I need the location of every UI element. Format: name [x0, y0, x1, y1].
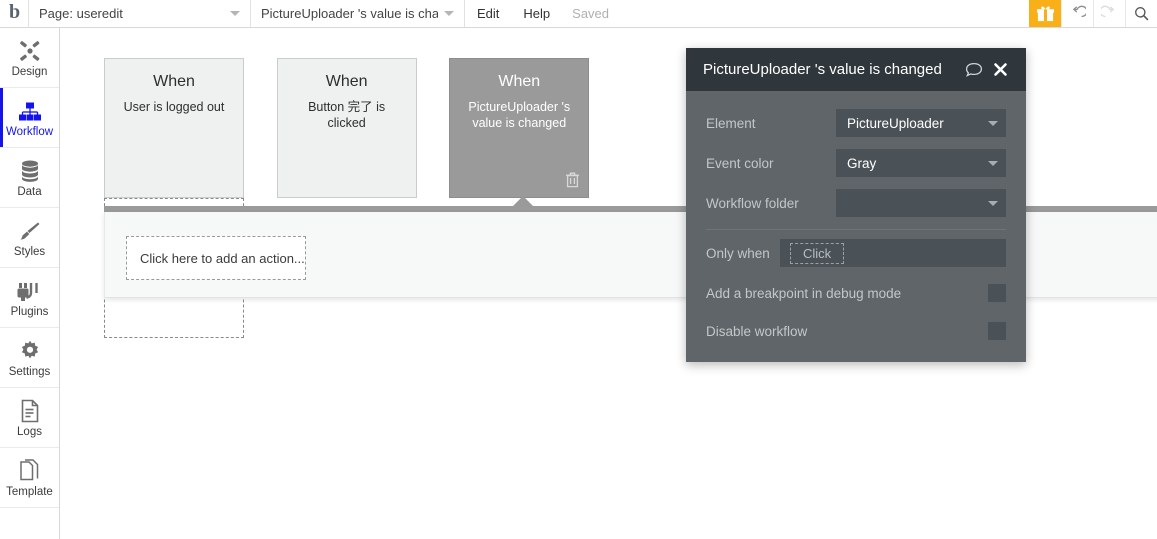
element-dropdown-value: PictureUploader — [847, 115, 944, 131]
save-status: Saved — [572, 6, 610, 21]
workflow-icon — [18, 97, 42, 123]
event-card-selected[interactable]: When PictureUploader 's value is changed — [449, 58, 590, 198]
event-card-subtitle: User is logged out — [123, 100, 225, 114]
undo-icon[interactable] — [1061, 0, 1093, 27]
page-selector[interactable]: Page: useredit — [28, 0, 250, 27]
chevron-down-icon — [988, 120, 998, 126]
sidebar-item-styles[interactable]: Styles — [0, 208, 59, 268]
event-card-title: When — [153, 73, 195, 90]
event-card-subtitle: PictureUploader 's value is changed — [468, 100, 571, 130]
gear-icon — [18, 337, 42, 363]
add-action-label: Click here to add an action... — [140, 250, 305, 266]
element-label: Element — [706, 115, 756, 131]
only-when-click-pill[interactable]: Click — [790, 242, 845, 264]
property-row-disable-workflow: Disable workflow — [706, 312, 1006, 350]
top-toolbar-actions — [1029, 0, 1157, 27]
breakpoint-checkbox[interactable] — [988, 284, 1006, 302]
gift-icon[interactable] — [1029, 0, 1061, 27]
popup-bottom-padding — [706, 350, 1006, 358]
search-icon[interactable] — [1125, 0, 1157, 27]
top-toolbar: b Page: useredit PictureUploader 's valu… — [0, 0, 1157, 28]
page-selector-label: Page: useredit — [39, 6, 123, 21]
sidebar-item-data[interactable]: Data — [0, 148, 59, 208]
sidebar-item-label: Styles — [13, 245, 46, 258]
chevron-down-icon — [444, 11, 454, 16]
redo-icon[interactable] — [1093, 0, 1125, 27]
sidebar-item-label: Design — [11, 65, 48, 78]
event-card[interactable]: When User is logged out — [104, 58, 244, 198]
sidebar-item-workflow[interactable]: Workflow — [0, 88, 59, 148]
sidebar-item-template[interactable]: Template — [0, 448, 59, 508]
delete-event-trash-icon[interactable] — [565, 171, 580, 191]
event-card-title: When — [498, 73, 541, 90]
sidebar-item-label: Template — [6, 485, 53, 498]
event-color-label: Event color — [706, 155, 774, 171]
brush-icon — [18, 217, 42, 243]
log-document-icon — [20, 397, 40, 423]
sidebar-item-plugins[interactable]: Plugins — [0, 268, 59, 328]
add-action-button[interactable]: Click here to add an action... — [126, 236, 306, 280]
event-color-dropdown-value: Gray — [847, 155, 877, 171]
breakpoint-label: Add a breakpoint in debug mode — [706, 285, 902, 301]
element-dropdown[interactable]: PictureUploader — [836, 109, 1006, 137]
property-editor-header: PictureUploader 's value is changed — [686, 48, 1026, 91]
sidebar-item-settings[interactable]: Settings — [0, 328, 59, 388]
disable-workflow-label: Disable workflow — [706, 323, 808, 339]
bubble-logo: b — [8, 1, 20, 23]
database-icon — [19, 157, 41, 183]
comment-bubble-icon[interactable] — [965, 62, 983, 78]
property-row-workflow-folder: Workflow folder — [706, 183, 1006, 223]
only-when-label: Only when — [706, 245, 770, 261]
property-row-element: Element PictureUploader — [706, 103, 1006, 143]
workflow-folder-dropdown[interactable] — [836, 189, 1006, 217]
chevron-down-icon — [988, 160, 998, 166]
only-when-input[interactable]: Click — [780, 239, 1006, 267]
event-card[interactable]: When Button 完了 is clicked — [276, 58, 417, 198]
property-row-breakpoint: Add a breakpoint in debug mode — [706, 274, 1006, 312]
sidebar-item-logs[interactable]: Logs — [0, 388, 59, 448]
property-editor-title: PictureUploader 's value is changed — [703, 61, 942, 78]
property-row-event-color: Event color Gray — [706, 143, 1006, 183]
event-property-editor: PictureUploader 's value is changed Elem… — [686, 48, 1026, 362]
property-editor-body: Element PictureUploader Event color Gray… — [686, 91, 1026, 362]
disable-workflow-checkbox[interactable] — [988, 322, 1006, 340]
sidebar-item-label: Logs — [17, 425, 42, 438]
sidebar-item-label: Data — [17, 185, 42, 198]
property-row-only-when: Only when Click — [706, 232, 1006, 274]
sidebar-item-label: Workflow — [5, 125, 54, 138]
plug-icon — [17, 277, 43, 303]
chevron-down-icon — [988, 200, 998, 206]
event-color-dropdown[interactable]: Gray — [836, 149, 1006, 177]
menu-help[interactable]: Help — [511, 0, 562, 27]
event-card-subtitle: Button 完了 is clicked — [308, 100, 386, 130]
sidebar-item-label: Plugins — [10, 305, 49, 318]
left-sidebar: Design Workflow Data Styles Plugins Sett… — [0, 28, 69, 539]
design-icon — [18, 37, 42, 63]
menu-edit[interactable]: Edit — [464, 0, 511, 27]
workflow-selector-label: PictureUploader 's value is chan... — [261, 6, 438, 21]
workflow-folder-label: Workflow folder — [706, 195, 799, 211]
event-card-title: When — [325, 73, 368, 90]
sidebar-item-label: Settings — [8, 365, 51, 378]
workflow-selector[interactable]: PictureUploader 's value is chan... — [250, 0, 464, 27]
close-icon[interactable] — [993, 62, 1008, 77]
chevron-down-icon — [230, 11, 240, 16]
property-divider — [706, 229, 1006, 230]
selected-event-pointer — [513, 196, 533, 206]
sidebar-item-design[interactable]: Design — [0, 28, 59, 88]
template-page-icon — [19, 457, 41, 483]
